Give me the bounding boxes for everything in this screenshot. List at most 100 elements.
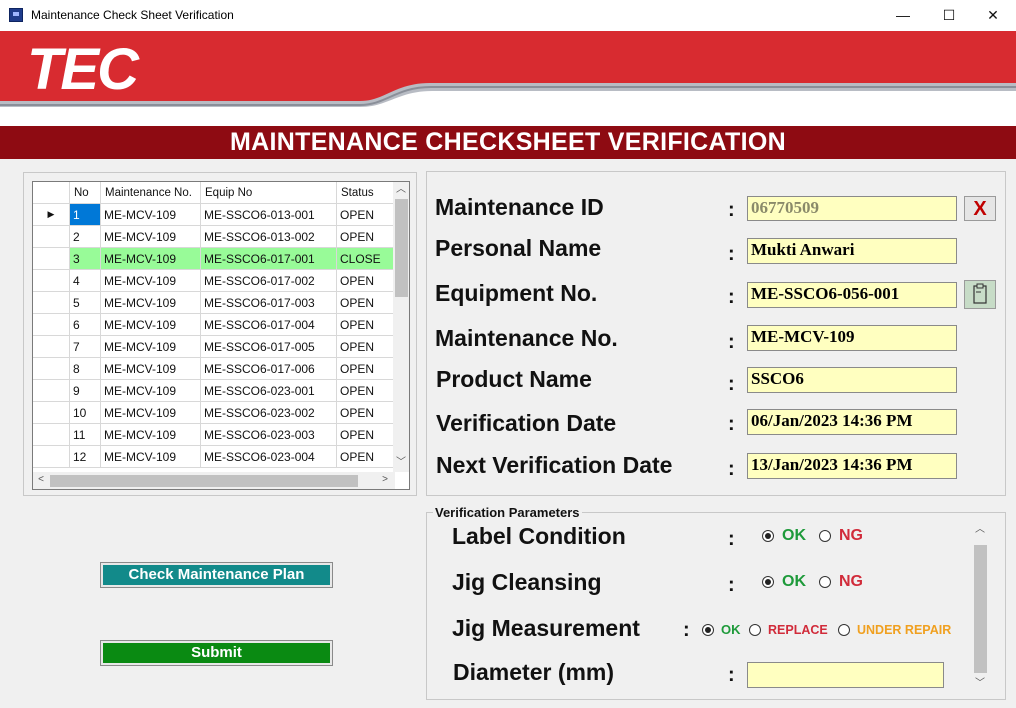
maintenance-no-field[interactable]: ME-MCV-109 <box>747 325 957 351</box>
table-row[interactable]: 8 ME-MCV-109 ME-SSCO6-017-006 OPEN <box>33 357 396 380</box>
row-header[interactable] <box>33 423 70 446</box>
cell-no[interactable]: 12 <box>69 445 101 468</box>
grid-vertical-scroll-thumb[interactable] <box>395 199 408 297</box>
cell-no[interactable]: 1 <box>69 203 101 226</box>
current-row-indicator-icon[interactable]: ▶ <box>33 203 70 226</box>
cell-equip-no[interactable]: ME-SSCO6-017-001 <box>200 247 337 270</box>
cell-maintenance-no[interactable]: ME-MCV-109 <box>100 269 201 292</box>
column-header-equip-no[interactable]: Equip No <box>200 182 337 204</box>
table-row[interactable]: 2 ME-MCV-109 ME-SSCO6-013-002 OPEN <box>33 225 396 248</box>
label-condition-ok-label[interactable]: OK <box>782 527 806 545</box>
cell-no[interactable]: 5 <box>69 291 101 314</box>
check-maintenance-plan-button[interactable]: Check Maintenance Plan <box>100 562 333 588</box>
table-row[interactable]: ▶ 1 ME-MCV-109 ME-SSCO6-013-001 OPEN <box>33 203 396 226</box>
table-row[interactable]: 9 ME-MCV-109 ME-SSCO6-023-001 OPEN <box>33 379 396 402</box>
table-row[interactable]: 6 ME-MCV-109 ME-SSCO6-017-004 OPEN <box>33 313 396 336</box>
cell-equip-no[interactable]: ME-SSCO6-023-002 <box>200 401 337 424</box>
maximize-button[interactable]: ☐ <box>926 0 972 31</box>
cell-status[interactable]: OPEN <box>336 313 396 336</box>
row-header[interactable] <box>33 335 70 358</box>
cell-no[interactable]: 11 <box>69 423 101 446</box>
scroll-down-arrow-icon[interactable]: ﹀ <box>393 455 409 471</box>
table-row[interactable]: 7 ME-MCV-109 ME-SSCO6-017-005 OPEN <box>33 335 396 358</box>
row-header[interactable] <box>33 225 70 248</box>
cell-equip-no[interactable]: ME-SSCO6-017-002 <box>200 269 337 292</box>
cell-equip-no[interactable]: ME-SSCO6-023-001 <box>200 379 337 402</box>
cell-maintenance-no[interactable]: ME-MCV-109 <box>100 401 201 424</box>
clear-button[interactable]: X <box>964 196 996 221</box>
table-row[interactable]: 5 ME-MCV-109 ME-SSCO6-017-003 OPEN <box>33 291 396 314</box>
row-header[interactable] <box>33 401 70 424</box>
table-row[interactable]: 3 ME-MCV-109 ME-SSCO6-017-001 CLOSE <box>33 247 396 270</box>
row-header[interactable] <box>33 445 70 468</box>
minimize-button[interactable]: — <box>880 0 926 31</box>
cell-status[interactable]: CLOSE <box>336 247 396 270</box>
table-row[interactable]: 12 ME-MCV-109 ME-SSCO6-023-004 OPEN <box>33 445 396 468</box>
jig-cleansing-ng-radio[interactable] <box>819 576 831 588</box>
table-row[interactable]: 4 ME-MCV-109 ME-SSCO6-017-002 OPEN <box>33 269 396 292</box>
cell-equip-no[interactable]: ME-SSCO6-023-004 <box>200 445 337 468</box>
cell-status[interactable]: OPEN <box>336 203 396 226</box>
close-window-button[interactable]: ✕ <box>970 0 1016 31</box>
jig-measurement-under-repair-label[interactable]: UNDER REPAIR <box>857 623 951 637</box>
cell-maintenance-no[interactable]: ME-MCV-109 <box>100 291 201 314</box>
cell-maintenance-no[interactable]: ME-MCV-109 <box>100 445 201 468</box>
label-condition-ng-label[interactable]: NG <box>839 527 863 545</box>
row-header[interactable] <box>33 313 70 336</box>
cell-equip-no[interactable]: ME-SSCO6-017-005 <box>200 335 337 358</box>
column-header-status[interactable]: Status <box>336 182 396 204</box>
scroll-right-arrow-icon[interactable]: > <box>377 472 393 488</box>
cell-no[interactable]: 3 <box>69 247 101 270</box>
cell-equip-no[interactable]: ME-SSCO6-013-001 <box>200 203 337 226</box>
scroll-up-arrow-icon[interactable]: ︿ <box>393 182 409 198</box>
jig-measurement-replace-radio[interactable] <box>749 624 761 636</box>
cell-maintenance-no[interactable]: ME-MCV-109 <box>100 313 201 336</box>
cell-equip-no[interactable]: ME-SSCO6-017-006 <box>200 357 337 380</box>
cell-equip-no[interactable]: ME-SSCO6-017-003 <box>200 291 337 314</box>
row-header[interactable] <box>33 379 70 402</box>
scroll-left-arrow-icon[interactable]: < <box>33 472 49 488</box>
cell-status[interactable]: OPEN <box>336 225 396 248</box>
row-header[interactable] <box>33 291 70 314</box>
cell-status[interactable]: OPEN <box>336 335 396 358</box>
cell-status[interactable]: OPEN <box>336 401 396 424</box>
label-condition-ok-radio[interactable] <box>762 530 774 542</box>
maintenance-id-field[interactable]: 06770509 <box>747 196 957 221</box>
table-row[interactable]: 11 ME-MCV-109 ME-SSCO6-023-003 OPEN <box>33 423 396 446</box>
diameter-field[interactable] <box>747 662 944 688</box>
cell-no[interactable]: 8 <box>69 357 101 380</box>
label-condition-ng-radio[interactable] <box>819 530 831 542</box>
column-header-no[interactable]: No <box>69 182 101 204</box>
cell-maintenance-no[interactable]: ME-MCV-109 <box>100 379 201 402</box>
cell-no[interactable]: 10 <box>69 401 101 424</box>
equipment-no-field[interactable]: ME-SSCO6-056-001 <box>747 282 957 308</box>
cell-no[interactable]: 9 <box>69 379 101 402</box>
parameters-scroll-thumb[interactable] <box>974 545 987 673</box>
product-name-field[interactable]: SSCO6 <box>747 367 957 393</box>
column-header-maintenance-no[interactable]: Maintenance No. <box>100 182 201 204</box>
cell-no[interactable]: 7 <box>69 335 101 358</box>
jig-measurement-ok-radio[interactable] <box>702 624 714 636</box>
submit-button[interactable]: Submit <box>100 640 333 666</box>
cell-equip-no[interactable]: ME-SSCO6-017-004 <box>200 313 337 336</box>
cell-equip-no[interactable]: ME-SSCO6-013-002 <box>200 225 337 248</box>
jig-cleansing-ok-radio[interactable] <box>762 576 774 588</box>
maintenance-grid[interactable]: No Maintenance No. Equip No Status ▶ 1 ME-… <box>32 181 410 490</box>
cell-status[interactable]: OPEN <box>336 269 396 292</box>
clipboard-button[interactable] <box>964 280 996 309</box>
cell-no[interactable]: 4 <box>69 269 101 292</box>
verification-date-field[interactable]: 06/Jan/2023 14:36 PM <box>747 409 957 435</box>
row-header[interactable] <box>33 247 70 270</box>
cell-equip-no[interactable]: ME-SSCO6-023-003 <box>200 423 337 446</box>
row-header[interactable] <box>33 357 70 380</box>
cell-maintenance-no[interactable]: ME-MCV-109 <box>100 203 201 226</box>
cell-status[interactable]: OPEN <box>336 379 396 402</box>
jig-cleansing-ng-label[interactable]: NG <box>839 573 863 591</box>
next-verification-date-field[interactable]: 13/Jan/2023 14:36 PM <box>747 453 957 479</box>
cell-status[interactable]: OPEN <box>336 291 396 314</box>
jig-measurement-replace-label[interactable]: REPLACE <box>768 623 828 637</box>
personal-name-field[interactable]: Mukti Anwari <box>747 238 957 264</box>
cell-status[interactable]: OPEN <box>336 357 396 380</box>
jig-cleansing-ok-label[interactable]: OK <box>782 573 806 591</box>
cell-status[interactable]: OPEN <box>336 423 396 446</box>
